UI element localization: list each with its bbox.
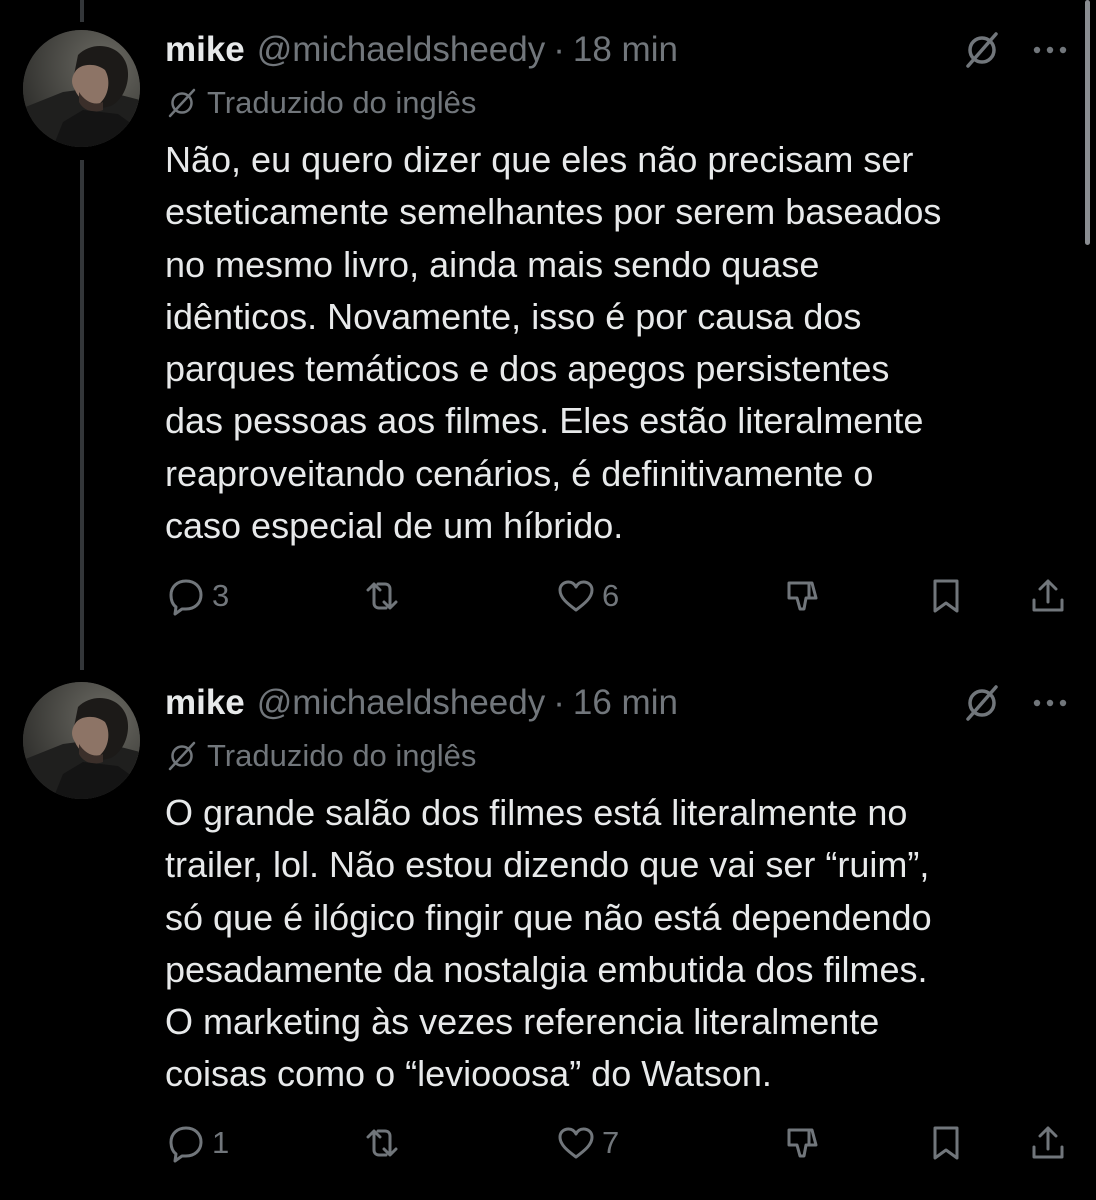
tweet-header: mike @michaeldsheedy · 16 min bbox=[165, 678, 678, 728]
author-name[interactable]: mike bbox=[165, 683, 245, 723]
tweet[interactable]: mike @michaeldsheedy · 16 min Traduzido … bbox=[0, 678, 1096, 1198]
translated-note[interactable]: Traduzido do inglês bbox=[165, 83, 476, 123]
like-count: 7 bbox=[602, 1125, 620, 1160]
tweet-text-line: reaproveitando cenários, é definitivamen… bbox=[165, 452, 874, 494]
like-count: 6 bbox=[602, 578, 620, 613]
reply-count: 1 bbox=[212, 1125, 230, 1160]
avatar[interactable] bbox=[23, 30, 140, 147]
author-handle[interactable]: @michaeldsheedy bbox=[257, 30, 545, 70]
repost-button[interactable] bbox=[362, 1118, 402, 1168]
downvote-icon bbox=[787, 1128, 818, 1158]
share-button[interactable] bbox=[1028, 1118, 1068, 1168]
reply-icon bbox=[169, 1126, 203, 1163]
action-bar: 3 6 bbox=[0, 571, 1096, 621]
tweet-text: O grande salão dos filmes está literalme… bbox=[165, 787, 1065, 1101]
reply-count: 3 bbox=[212, 578, 230, 613]
repost-icon bbox=[366, 582, 398, 610]
downvote-icon bbox=[787, 581, 818, 611]
thread-line-top bbox=[80, 0, 84, 22]
separator-dot: · bbox=[553, 683, 565, 722]
tweet-text-line: parques temáticos e dos apegos persisten… bbox=[165, 348, 890, 390]
timestamp[interactable]: 16 min bbox=[573, 683, 678, 723]
downvote-button[interactable] bbox=[782, 571, 822, 621]
reply-button[interactable]: 3 bbox=[166, 571, 229, 621]
grok-icon[interactable] bbox=[960, 28, 1004, 72]
grok-icon[interactable] bbox=[960, 681, 1004, 725]
tweet-header: mike @michaeldsheedy · 18 min bbox=[165, 25, 678, 75]
tweet-text-line: idênticos. Novamente, isso é por causa d… bbox=[165, 295, 862, 337]
tweet[interactable]: mike @michaeldsheedy · 18 min Traduzido … bbox=[0, 25, 1096, 625]
tweet-text-line: só que é ilógico fingir que não está dep… bbox=[165, 896, 932, 938]
separator-dot: · bbox=[553, 30, 565, 69]
share-icon bbox=[1032, 579, 1064, 612]
translated-label: Traduzido do inglês bbox=[207, 738, 477, 773]
author-handle[interactable]: @michaeldsheedy bbox=[257, 683, 545, 723]
like-button[interactable]: 7 bbox=[556, 1118, 619, 1168]
timestamp[interactable]: 18 min bbox=[573, 30, 678, 70]
action-bar: 1 7 bbox=[0, 1118, 1096, 1168]
avatar[interactable] bbox=[23, 682, 140, 799]
translated-note[interactable]: Traduzido do inglês bbox=[165, 736, 476, 776]
bookmark-icon bbox=[933, 1126, 959, 1160]
like-button[interactable]: 6 bbox=[556, 571, 619, 621]
bookmark-button[interactable] bbox=[926, 571, 966, 621]
reply-button[interactable]: 1 bbox=[166, 1118, 229, 1168]
downvote-button[interactable] bbox=[782, 1118, 822, 1168]
heart-icon bbox=[558, 580, 594, 612]
author-name[interactable]: mike bbox=[165, 30, 245, 70]
repost-button[interactable] bbox=[362, 571, 402, 621]
heart-icon bbox=[558, 1127, 594, 1159]
tweet-text-line: O marketing às vezes referencia literalm… bbox=[165, 1001, 880, 1043]
translated-label: Traduzido do inglês bbox=[207, 85, 477, 120]
tweet-text-line: no mesmo livro, ainda mais sendo quase bbox=[165, 243, 820, 285]
tweet-text-line: O grande salão dos filmes está literalme… bbox=[165, 792, 908, 833]
tweet-text-line: Não, eu quero dizer que eles não precisa… bbox=[165, 139, 914, 180]
tweet-text-line: das pessoas aos filmes. Eles estão liter… bbox=[165, 400, 924, 442]
tweet-text-line: trailer, lol. Não estou dizendo que vai … bbox=[165, 844, 930, 886]
tweet-text-line: pesadamente da nostalgia embutida dos fi… bbox=[165, 948, 928, 990]
bookmark-button[interactable] bbox=[926, 1118, 966, 1168]
bookmark-icon bbox=[933, 579, 959, 613]
reply-icon bbox=[169, 579, 203, 616]
tweet-text: Não, eu quero dizer que eles não precisa… bbox=[165, 134, 1065, 552]
more-icon[interactable] bbox=[1030, 693, 1070, 713]
share-icon bbox=[1032, 1126, 1064, 1159]
repost-icon bbox=[366, 1129, 398, 1157]
tweet-text-line: caso especial de um híbrido. bbox=[165, 505, 624, 547]
translate-icon bbox=[168, 741, 196, 771]
translate-icon bbox=[168, 88, 196, 118]
more-icon[interactable] bbox=[1030, 40, 1070, 60]
tweet-text-line: coisas como o “leviooosa” do Watson. bbox=[165, 1053, 772, 1095]
share-button[interactable] bbox=[1028, 571, 1068, 621]
tweet-text-line: esteticamente semelhantes por serem base… bbox=[165, 191, 942, 233]
